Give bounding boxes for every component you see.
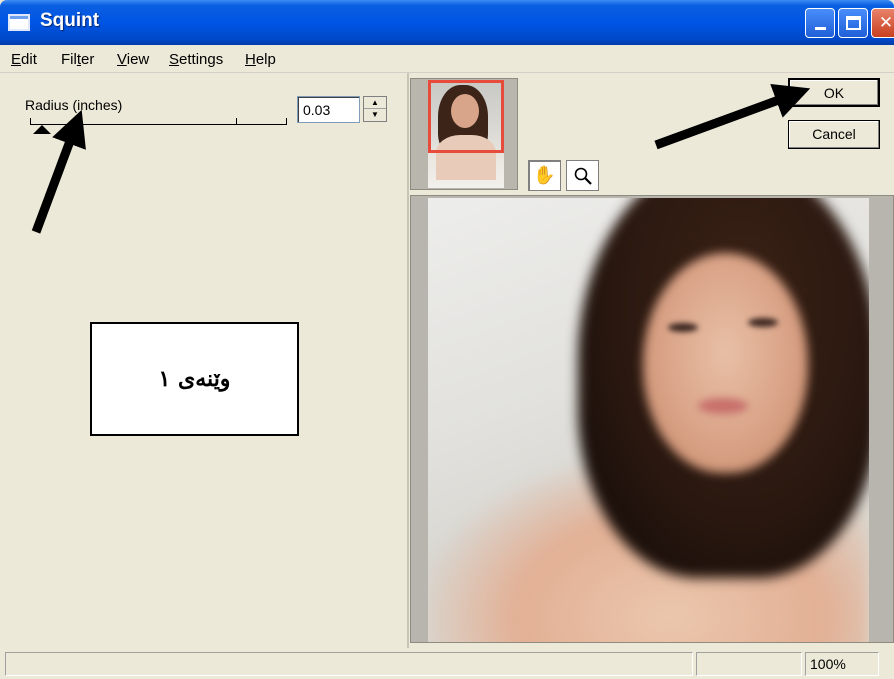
slider-tick (236, 118, 237, 124)
status-main (5, 652, 693, 676)
radius-slider-thumb[interactable] (33, 125, 51, 134)
slider-tick (286, 118, 287, 124)
panel-splitter[interactable] (407, 73, 409, 648)
hand-tool-button[interactable]: ✋ (528, 160, 561, 191)
title-bar[interactable]: Squint ✕ (0, 0, 894, 45)
menu-help[interactable]: Help (245, 51, 276, 68)
radius-input[interactable] (297, 96, 360, 123)
menu-settings[interactable]: Settings (169, 51, 223, 68)
status-zoom: 100% (805, 652, 879, 676)
status-middle (696, 652, 802, 676)
maximize-button[interactable] (838, 8, 868, 38)
caption-text: وێنەی ١ (158, 366, 231, 392)
settings-panel: Radius (inches) ▲ ▼ وێنەی ١ (0, 73, 410, 648)
preview-eye (748, 318, 778, 327)
cancel-button[interactable]: Cancel (788, 120, 880, 149)
close-button[interactable]: ✕ (871, 8, 894, 38)
status-bar: 100% (0, 648, 894, 679)
app-icon (8, 14, 30, 31)
minimize-icon (815, 27, 826, 30)
minimize-button[interactable] (805, 8, 835, 38)
spin-down-button[interactable]: ▼ (364, 109, 386, 121)
preview-eye (668, 323, 698, 332)
close-icon: ✕ (878, 13, 894, 32)
window-title: Squint (40, 10, 100, 31)
caption-box: وێنەی ١ (90, 322, 299, 436)
maximize-icon (846, 16, 861, 30)
menu-edit[interactable]: Edit (11, 51, 37, 68)
zoom-tool-button[interactable] (566, 160, 599, 191)
preview-face (643, 253, 808, 473)
arrow-to-ok-button (654, 83, 811, 150)
preview-image[interactable] (428, 198, 869, 642)
thumbnail-view-rectangle[interactable] (428, 80, 504, 153)
radius-spinner[interactable]: ▲ ▼ (363, 96, 387, 122)
ok-button[interactable]: OK (788, 78, 880, 107)
magnifier-icon (574, 167, 592, 185)
radius-slider-track[interactable] (30, 124, 287, 125)
spin-up-button[interactable]: ▲ (364, 97, 386, 109)
slider-tick (30, 118, 31, 124)
menu-bar: Edit Filter View Settings Help (0, 45, 894, 73)
menu-view[interactable]: View (117, 51, 149, 68)
hand-icon: ✋ (533, 165, 556, 185)
radius-label: Radius (inches) (25, 97, 123, 113)
menu-filter[interactable]: Filter (61, 51, 94, 68)
preview-lips (698, 398, 748, 414)
